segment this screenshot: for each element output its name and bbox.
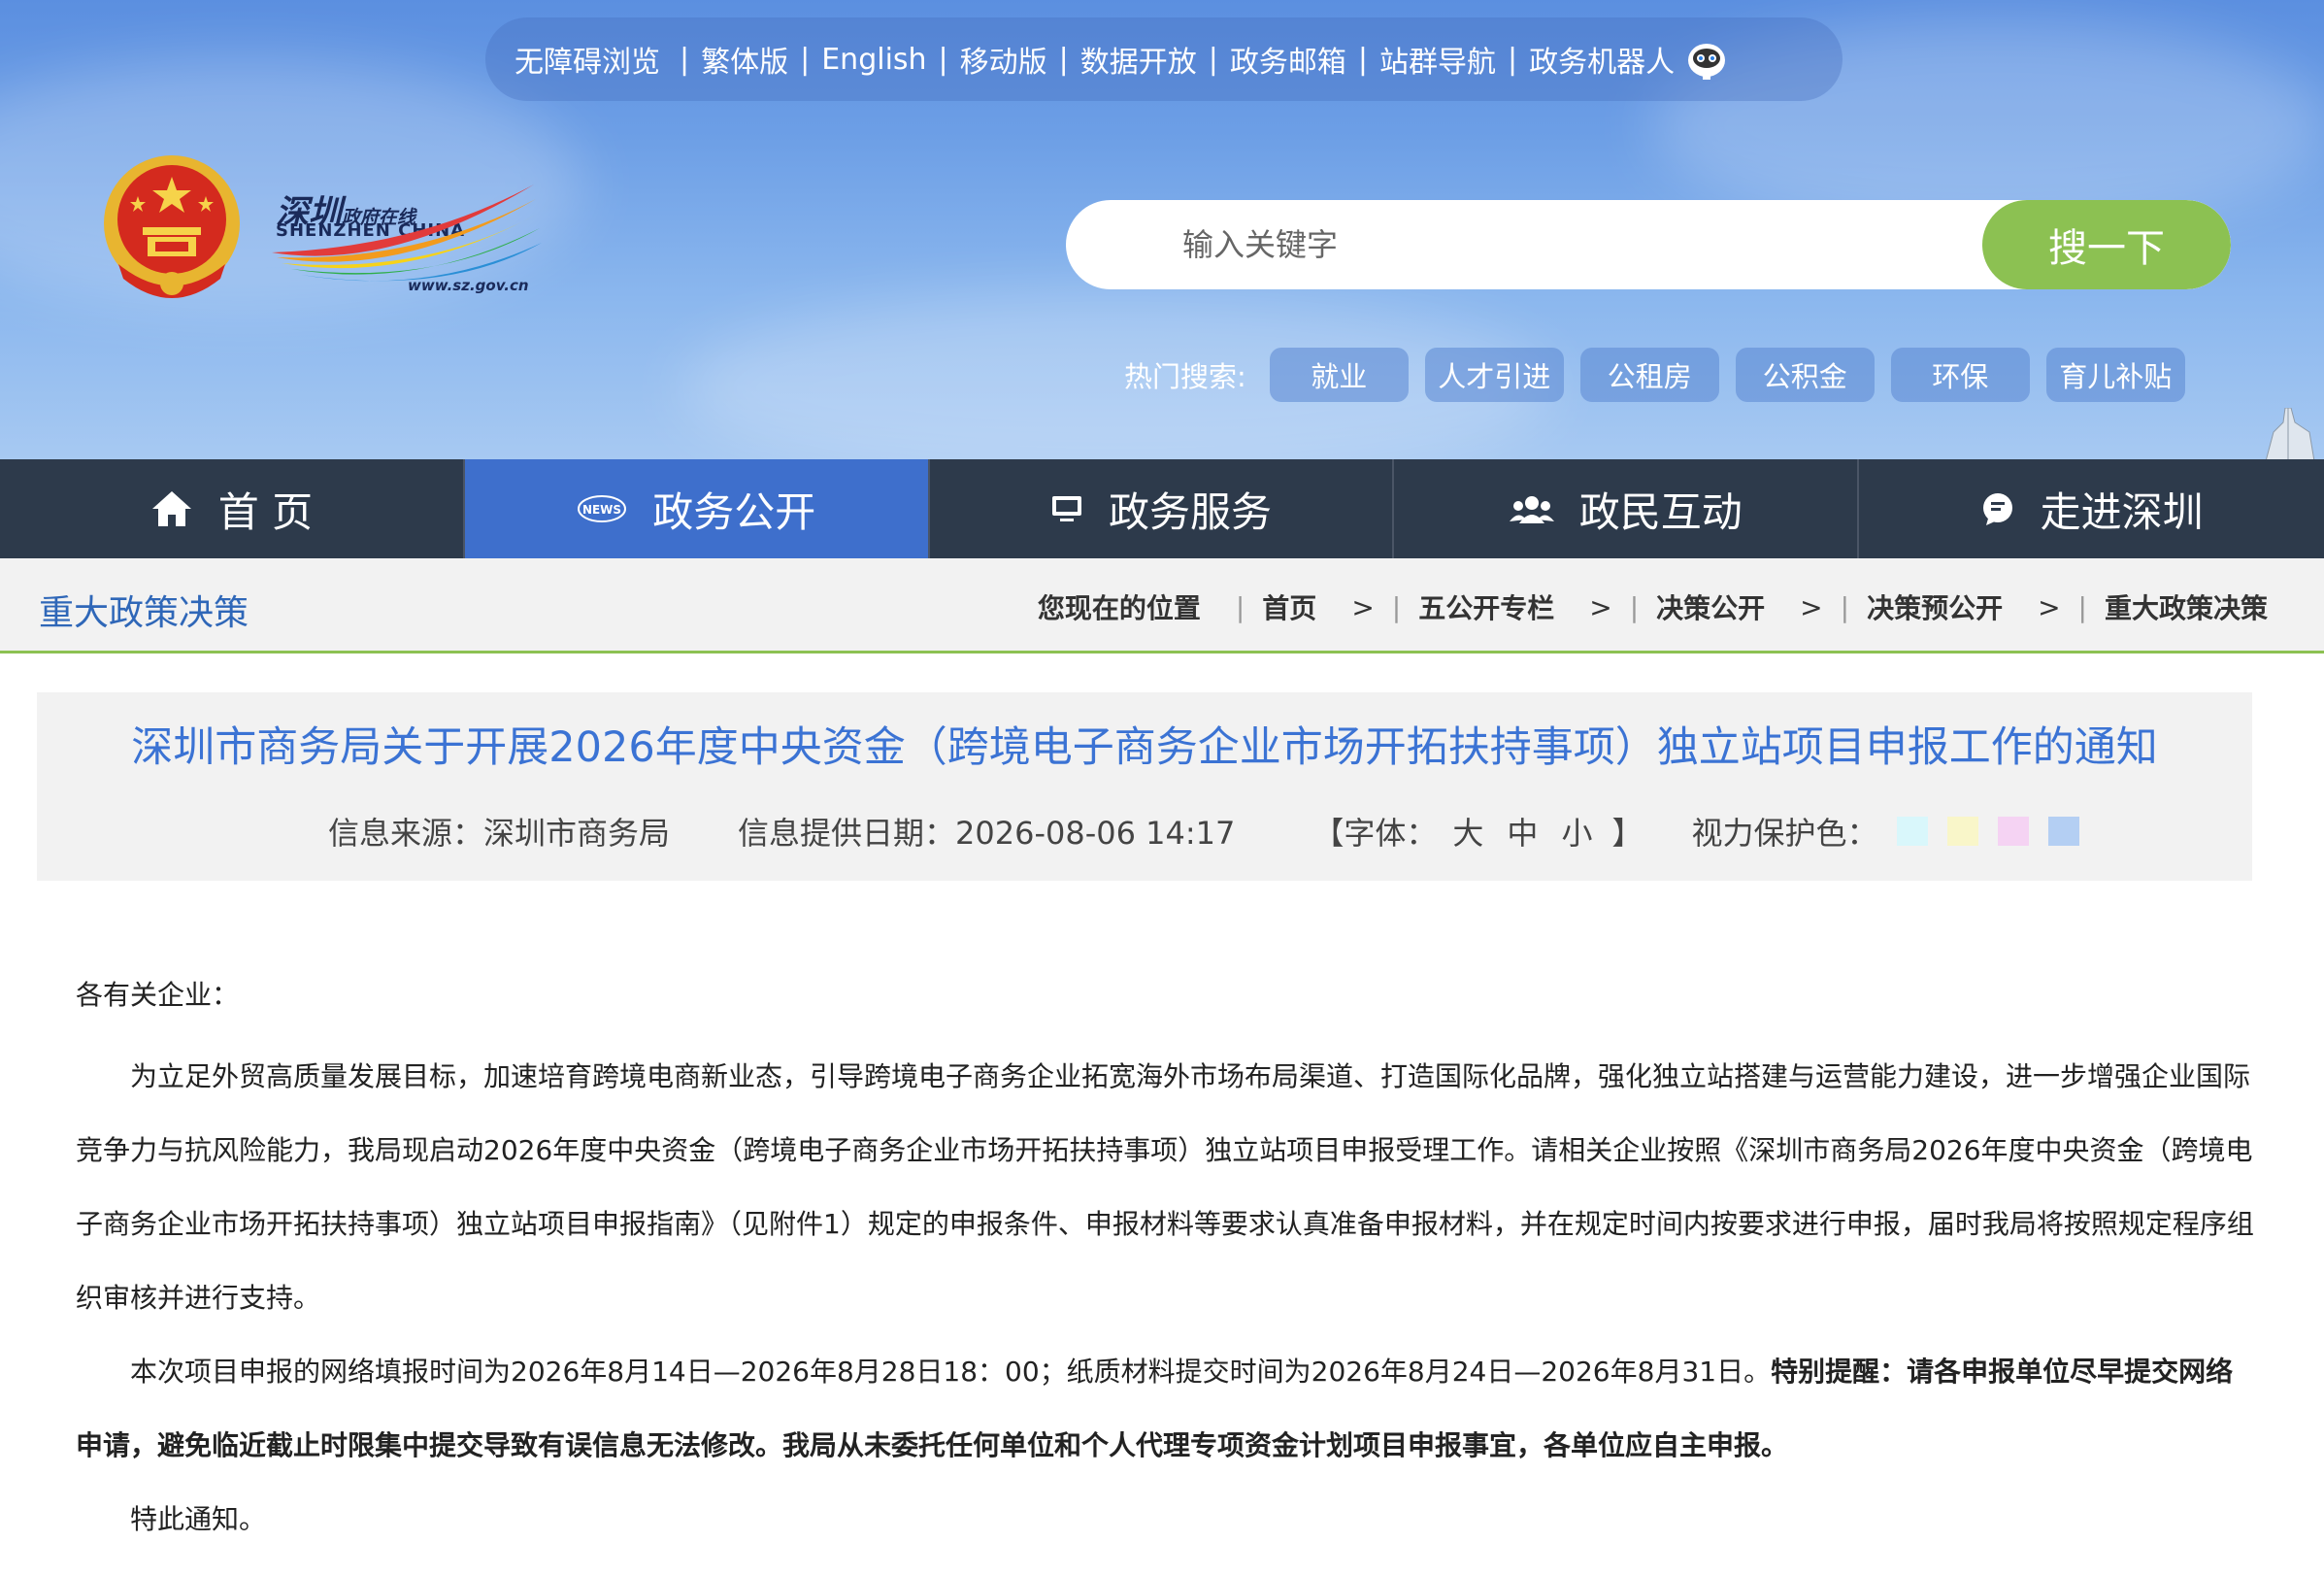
nav-government-services[interactable]: 政务服务 xyxy=(930,459,1395,558)
nav-explore-shenzhen[interactable]: 走进深圳 xyxy=(1859,459,2324,558)
eye-protection-label: 视力保护色： xyxy=(1691,815,1878,852)
hot-tag-talent[interactable]: 人才引进 xyxy=(1424,348,1564,402)
breadcrumb-bar: 重大政策决策 您现在的位置 | 首页 > | 五公开专栏 > | 决策公开 > … xyxy=(0,558,2324,653)
mobile-version-link[interactable]: 移动版 xyxy=(960,38,1047,81)
top-utility-bar: 无障碍浏览 | 繁体版 | English | 移动版 | 数据开放 | 政务邮… xyxy=(485,17,1843,101)
article-header: 深圳市商务局关于开展2026年度中央资金（跨境电子商务企业市场开拓扶持事项）独立… xyxy=(37,692,2252,881)
font-size-small[interactable]: 小 xyxy=(1561,809,1592,854)
article-meta: 信息来源：深圳市商务局 信息提供日期：2026-08-06 14:17 【字体：… xyxy=(37,809,2252,854)
separator: | xyxy=(680,42,690,77)
hot-search-label: 热门搜索: xyxy=(1124,360,1246,393)
hot-tag-employment[interactable]: 就业 xyxy=(1269,348,1409,402)
article-paragraph: 为立足外贸高质量发展目标，加速培育跨境电商新业态，引导跨境电子商务企业拓宽海外市… xyxy=(76,1060,2254,1314)
nav-public-interaction-label: 政民互动 xyxy=(1578,487,1743,536)
separator: | xyxy=(938,42,948,77)
article-greeting: 各有关企业： xyxy=(76,979,240,1011)
breadcrumb: 您现在的位置 | 首页 > | 五公开专栏 > | 决策公开 > | 决策预公开… xyxy=(1038,587,2268,626)
article-paragraph: 本次项目申报的网络填报时间为2026年8月14日—2026年8月28日18：00… xyxy=(76,1335,2260,1483)
search-box: 搜一下 xyxy=(1066,200,2231,289)
nav-government-affairs[interactable]: NEWS 政务公开 xyxy=(464,459,930,558)
separator: | xyxy=(1840,590,1850,623)
separator: | xyxy=(2077,590,2087,623)
english-link[interactable]: English xyxy=(821,43,926,77)
eye-color-cyan[interactable] xyxy=(1897,817,1929,846)
skyscraper-icon xyxy=(2266,408,2315,459)
eye-color-blue[interactable] xyxy=(2048,817,2080,846)
hot-search: 热门搜索: 就业 人才引进 公租房 公积金 环保 育儿补贴 xyxy=(1124,348,2202,402)
breadcrumb-arrow: > xyxy=(2038,590,2061,623)
main-navigation: 首 页 NEWS 政务公开 政务服务 政民互动 走进深圳 xyxy=(0,459,2324,558)
article-closing: 特此通知。 xyxy=(130,1503,267,1535)
font-size-large[interactable]: 大 xyxy=(1452,809,1483,854)
monitor-icon xyxy=(1050,494,1083,523)
nav-home[interactable]: 首 页 xyxy=(0,459,465,558)
nav-government-services-label: 政务服务 xyxy=(1108,487,1272,536)
breadcrumb-arrow: > xyxy=(1800,590,1823,623)
separator: | xyxy=(1391,590,1402,623)
separator: | xyxy=(1629,590,1640,623)
breadcrumb-arrow: > xyxy=(1589,590,1612,623)
hot-tag-housing-fund[interactable]: 公积金 xyxy=(1735,348,1875,402)
gov-mail-link[interactable]: 政务邮箱 xyxy=(1230,38,1346,81)
font-size-medium[interactable]: 中 xyxy=(1507,809,1538,854)
separator: | xyxy=(1235,590,1245,623)
breadcrumb-decision-disclosure[interactable]: 决策公开 xyxy=(1656,587,1765,626)
breadcrumb-label: 您现在的位置 xyxy=(1037,592,1201,624)
breadcrumb-five-disclosures[interactable]: 五公开专栏 xyxy=(1418,587,1554,626)
separator: | xyxy=(1208,42,1218,77)
font-size-close: 】 xyxy=(1611,815,1643,852)
national-emblem-icon xyxy=(99,148,245,313)
nav-explore-shenzhen-label: 走进深圳 xyxy=(2040,487,2204,536)
breadcrumb-home[interactable]: 首页 xyxy=(1262,587,1316,626)
breadcrumb-decision-pre-disclosure[interactable]: 决策预公开 xyxy=(1867,587,2003,626)
breadcrumb-major-policy[interactable]: 重大政策决策 xyxy=(2105,587,2268,626)
hot-tag-environment[interactable]: 环保 xyxy=(1890,348,2030,402)
svg-text:NEWS: NEWS xyxy=(582,503,621,517)
accessibility-link[interactable]: 无障碍浏览 xyxy=(515,38,660,81)
site-navigation-link[interactable]: 站群导航 xyxy=(1379,38,1496,81)
nav-home-label: 首 页 xyxy=(217,487,314,536)
info-source: 信息来源：深圳市商务局 xyxy=(328,815,671,852)
article-title: 深圳市商务局关于开展2026年度中央资金（跨境电子商务企业市场开拓扶持事项）独立… xyxy=(131,723,2158,772)
separator: | xyxy=(1357,42,1368,77)
article-body: 各有关企业： 为立足外贸高质量发展目标，加速培育跨境电商新业态，引导跨境电子商务… xyxy=(76,966,2260,1557)
separator: | xyxy=(1058,42,1069,77)
section-title: 重大政策决策 xyxy=(39,593,249,633)
breadcrumb-arrow: > xyxy=(1351,590,1375,623)
people-icon xyxy=(1509,494,1554,523)
robot-icon[interactable] xyxy=(1684,37,1729,82)
info-date: 信息提供日期：2026-08-06 14:17 xyxy=(738,815,1236,852)
chat-icon xyxy=(1980,491,2015,526)
eye-protection-control: 视力保护色： xyxy=(1691,809,2080,854)
font-size-label: 【字体： xyxy=(1312,815,1438,852)
hot-tag-public-housing[interactable]: 公租房 xyxy=(1579,348,1719,402)
deadline-text: 本次项目申报的网络填报时间为2026年8月14日—2026年8月28日18：00… xyxy=(130,1356,1772,1388)
eye-color-pink[interactable] xyxy=(1998,817,2030,846)
font-size-control: 【字体： 大 中 小 】 xyxy=(1312,809,1643,854)
gov-robot-link[interactable]: 政务机器人 xyxy=(1529,38,1675,81)
nav-public-interaction[interactable]: 政民互动 xyxy=(1394,459,1860,558)
open-data-link[interactable]: 数据开放 xyxy=(1080,38,1197,81)
separator: | xyxy=(1507,42,1518,77)
traditional-chinese-link[interactable]: 繁体版 xyxy=(701,38,788,81)
site-header: 无障碍浏览 | 繁体版 | English | 移动版 | 数据开放 | 政务邮… xyxy=(0,0,2324,459)
eye-color-yellow[interactable] xyxy=(1947,817,1979,846)
home-icon xyxy=(150,489,193,528)
news-icon: NEWS xyxy=(577,494,627,523)
search-input[interactable] xyxy=(1066,200,1988,289)
nav-government-affairs-label: 政务公开 xyxy=(652,487,816,536)
logo-url-text: www.sz.gov.cn xyxy=(408,277,529,294)
separator: | xyxy=(800,42,811,77)
hot-tag-childcare-subsidy[interactable]: 育儿补贴 xyxy=(2045,348,2185,402)
search-button[interactable]: 搜一下 xyxy=(1982,200,2231,289)
shenzhen-logo[interactable]: 深圳政府在线 SHENZHEN CHINA www.sz.gov.cn xyxy=(272,180,544,306)
